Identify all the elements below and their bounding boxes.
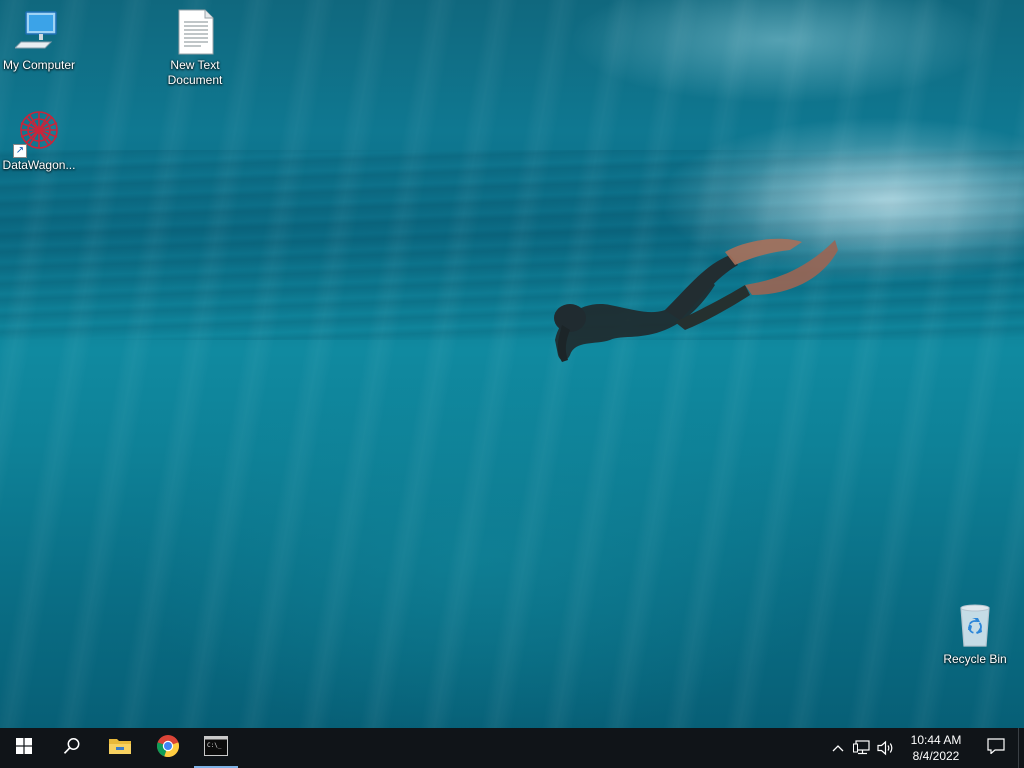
taskbar-clock[interactable]: 10:44 AM 8/4/2022 bbox=[904, 732, 968, 764]
folder-icon bbox=[108, 736, 132, 761]
desktop-icon-label: Recycle Bin bbox=[943, 652, 1007, 666]
taskbar-chrome[interactable] bbox=[144, 728, 192, 768]
text-document-icon bbox=[171, 8, 219, 56]
notification-icon bbox=[987, 737, 1005, 759]
desktop-icon-label: DataWagon... bbox=[2, 158, 76, 172]
notification-center-button[interactable] bbox=[974, 728, 1018, 768]
windows-start-icon bbox=[16, 737, 32, 759]
search-icon bbox=[63, 737, 81, 760]
datawagon-app-icon: ↗ bbox=[13, 108, 63, 158]
shortcut-arrow-icon: ↗ bbox=[13, 144, 27, 158]
desktop-icon-label: My Computer bbox=[2, 58, 76, 72]
network-icon[interactable] bbox=[850, 728, 874, 768]
recycle-bin-icon bbox=[951, 602, 999, 650]
desktop-wallpaper bbox=[0, 0, 1024, 728]
search-button[interactable] bbox=[48, 728, 96, 768]
volume-icon[interactable] bbox=[874, 728, 898, 768]
desktop-icon-recycle-bin[interactable]: Recycle Bin bbox=[936, 602, 1014, 667]
desktop-icon-my-computer[interactable]: My Computer bbox=[0, 8, 78, 73]
clock-time: 10:44 AM bbox=[910, 733, 962, 747]
computer-icon bbox=[13, 8, 63, 56]
desktop-icon-datawagon[interactable]: ↗ DataWagon... bbox=[0, 108, 78, 173]
chevron-up-icon[interactable] bbox=[826, 728, 850, 768]
clock-date: 8/4/2022 bbox=[912, 749, 960, 763]
taskbar-command-prompt[interactable]: C:\_ bbox=[192, 728, 240, 768]
system-tray: 10:44 AM 8/4/2022 bbox=[826, 728, 1024, 768]
svg-text:C:\_: C:\_ bbox=[207, 742, 222, 749]
taskbar: C:\_ 10:44 AM 8/4/2022 bbox=[0, 728, 1024, 768]
taskbar-file-explorer[interactable] bbox=[96, 728, 144, 768]
chrome-icon bbox=[156, 734, 180, 763]
start-button[interactable] bbox=[0, 728, 48, 768]
terminal-icon: C:\_ bbox=[204, 735, 228, 761]
wallpaper-diver bbox=[554, 238, 838, 362]
desktop-icon-label: New Text Document bbox=[167, 58, 223, 87]
show-desktop-button[interactable] bbox=[1018, 728, 1024, 768]
desktop-icon-new-text-document[interactable]: New Text Document bbox=[156, 8, 234, 88]
